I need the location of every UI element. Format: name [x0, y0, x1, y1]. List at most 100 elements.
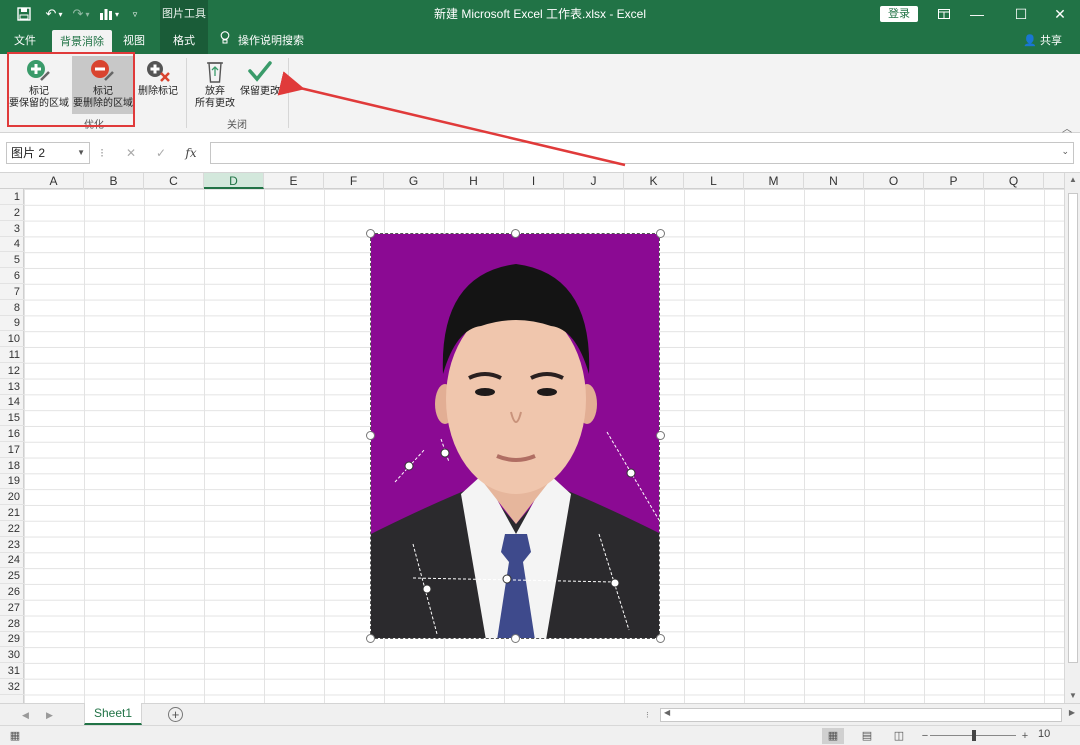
scroll-right-icon[interactable]: ▶	[1069, 708, 1075, 717]
row-header-15[interactable]: 15	[0, 410, 24, 427]
next-sheet-icon[interactable]: ▶	[46, 704, 53, 726]
row-header-32[interactable]: 32	[0, 679, 24, 695]
redo-icon[interactable]: ↷ ▾	[70, 0, 92, 28]
tab-format[interactable]: 格式	[160, 28, 208, 54]
scroll-down-icon[interactable]: ▼	[1065, 691, 1080, 700]
row-header-24[interactable]: 24	[0, 552, 24, 569]
row-header-16[interactable]: 16	[0, 426, 24, 442]
chevron-down-icon[interactable]: ▼	[77, 143, 85, 163]
row-header-21[interactable]: 21	[0, 505, 24, 521]
maximize-button[interactable]: ☐	[1001, 0, 1041, 28]
row-header-8[interactable]: 8	[0, 300, 24, 316]
column-header-i[interactable]: I	[504, 173, 564, 189]
row-header-26[interactable]: 26	[0, 584, 24, 600]
close-button[interactable]: ✕	[1040, 0, 1080, 28]
zoom-out-icon[interactable]: −	[914, 728, 936, 744]
id-photo-image[interactable]	[370, 233, 660, 639]
column-header-a[interactable]: A	[24, 173, 84, 189]
customize-toolbar-icon[interactable]: ▿	[128, 0, 142, 28]
zoom-slider-knob[interactable]	[972, 730, 976, 741]
row-header-12[interactable]: 12	[0, 363, 24, 379]
row-header-25[interactable]: 25	[0, 568, 24, 585]
row-header-1[interactable]: 1	[0, 189, 24, 205]
column-header-q[interactable]: Q	[984, 173, 1044, 189]
undo-icon[interactable]: ↶ ▾	[42, 0, 66, 28]
scroll-left-icon[interactable]: ◀	[664, 708, 670, 717]
cancel-icon[interactable]: ✕	[118, 142, 144, 164]
row-header-6[interactable]: 6	[0, 268, 24, 284]
row-header-10[interactable]: 10	[0, 331, 24, 348]
zoom-in-icon[interactable]: +	[1014, 728, 1036, 744]
row-header-14[interactable]: 14	[0, 394, 24, 411]
column-header-j[interactable]: J	[564, 173, 624, 189]
column-header-f[interactable]: F	[324, 173, 384, 189]
row-header-23[interactable]: 23	[0, 537, 24, 553]
row-header-9[interactable]: 9	[0, 315, 24, 332]
row-header-2[interactable]: 2	[0, 205, 24, 221]
save-icon[interactable]	[14, 0, 34, 28]
row-header-4[interactable]: 4	[0, 236, 24, 253]
column-header-k[interactable]: K	[624, 173, 684, 189]
row-header-30[interactable]: 30	[0, 647, 24, 664]
share-button[interactable]: 👤 共享	[1023, 28, 1062, 54]
row-header-13[interactable]: 13	[0, 379, 24, 395]
enter-icon[interactable]: ✓	[148, 142, 174, 164]
resize-handle-top-left[interactable]	[366, 229, 375, 238]
expand-formula-icon[interactable]: ⌄	[1061, 146, 1069, 157]
resize-handle-left[interactable]	[366, 431, 375, 440]
row-header-17[interactable]: 17	[0, 442, 24, 458]
macro-record-icon[interactable]: ▦	[4, 728, 26, 744]
row-header-28[interactable]: 28	[0, 616, 24, 632]
minimize-button[interactable]: —	[957, 0, 997, 28]
column-header-o[interactable]: O	[864, 173, 924, 189]
column-header-p[interactable]: P	[924, 173, 984, 189]
zoom-level[interactable]: 10	[1038, 728, 1050, 740]
resize-handle-bottom-left[interactable]	[366, 634, 375, 643]
insert-function-icon[interactable]: fx	[178, 142, 204, 164]
delete-mark-button[interactable]: 删除标记	[136, 56, 180, 114]
prev-sheet-icon[interactable]: ◀	[22, 704, 29, 726]
column-header-l[interactable]: L	[684, 173, 744, 189]
tab-background-removal[interactable]: 背景消除	[52, 30, 112, 54]
row-header-22[interactable]: 22	[0, 521, 24, 537]
tab-file[interactable]: 文件	[6, 28, 44, 54]
column-header-b[interactable]: B	[84, 173, 144, 189]
page-break-view-icon[interactable]: ◫	[888, 728, 910, 744]
column-header-c[interactable]: C	[144, 173, 204, 189]
scroll-up-icon[interactable]: ▲	[1065, 175, 1080, 184]
column-header-n[interactable]: N	[804, 173, 864, 189]
chart-icon[interactable]: ▾	[96, 0, 122, 28]
resize-handle-right[interactable]	[656, 431, 665, 440]
formula-input[interactable]: ⌄	[210, 142, 1074, 164]
add-sheet-button[interactable]: +	[168, 707, 183, 722]
login-button[interactable]: 登录	[880, 6, 918, 22]
row-header-7[interactable]: 7	[0, 284, 24, 300]
keep-changes-button[interactable]: 保留更改	[238, 56, 282, 114]
column-header-g[interactable]: G	[384, 173, 444, 189]
column-header-d[interactable]: D	[204, 173, 264, 189]
discard-all-changes-button[interactable]: 放弃 所有更改	[192, 56, 238, 114]
resize-handle-bottom-right[interactable]	[656, 634, 665, 643]
tab-view[interactable]: 视图	[116, 28, 152, 54]
vertical-scrollbar[interactable]: ▲ ▼	[1064, 173, 1080, 703]
row-header-18[interactable]: 18	[0, 458, 24, 474]
normal-view-icon[interactable]: ▦	[822, 728, 844, 744]
column-header-m[interactable]: M	[744, 173, 804, 189]
row-header-3[interactable]: 3	[0, 221, 24, 237]
row-header-31[interactable]: 31	[0, 663, 24, 679]
scroll-thumb[interactable]	[1068, 193, 1078, 663]
column-header-h[interactable]: H	[444, 173, 504, 189]
page-layout-icon[interactable]: ▤	[856, 728, 878, 744]
row-header-5[interactable]: 5	[0, 252, 24, 269]
tell-me-search[interactable]: 操作说明搜索	[220, 28, 304, 54]
row-header-29[interactable]: 29	[0, 631, 24, 648]
horizontal-scrollbar[interactable]: ◀ ▶	[660, 708, 1075, 722]
row-header-27[interactable]: 27	[0, 600, 24, 616]
row-header-19[interactable]: 19	[0, 473, 24, 490]
resize-handle-bottom[interactable]	[511, 634, 520, 643]
resize-handle-top[interactable]	[511, 229, 520, 238]
row-header-11[interactable]: 11	[0, 347, 24, 363]
column-header-e[interactable]: E	[264, 173, 324, 189]
row-header-20[interactable]: 20	[0, 489, 24, 506]
resize-handle-top-right[interactable]	[656, 229, 665, 238]
